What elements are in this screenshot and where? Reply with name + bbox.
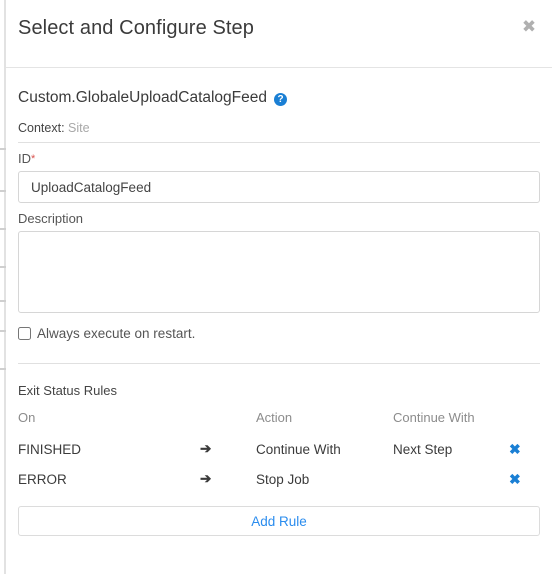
step-name-row: Custom.GlobaleUploadCatalogFeed ? [18, 68, 540, 110]
description-textarea[interactable] [18, 231, 540, 313]
table-row: ERROR ➔ Stop Job ✖ [18, 464, 540, 494]
always-execute-checkbox[interactable] [18, 327, 31, 340]
context-label: Context: [18, 121, 65, 135]
description-label: Description [18, 211, 84, 226]
help-icon[interactable]: ? [274, 92, 288, 106]
table-row: FINISHED ➔ Continue With Next Step ✖ [18, 434, 540, 464]
exit-status-rules-title: Exit Status Rules [18, 383, 117, 398]
column-header-on: On [18, 410, 36, 425]
select-configure-step-dialog: Select and Configure Step ✖ Custom.Globa… [6, 0, 552, 574]
dialog-body: Custom.GlobaleUploadCatalogFeed ? Contex… [6, 68, 552, 536]
column-header-action: Action [256, 410, 293, 425]
context-value: Site [68, 121, 90, 135]
id-label-text: ID [18, 151, 31, 166]
arrow-right-icon: ➔ [200, 471, 212, 486]
always-execute-row: Always execute on restart. [18, 326, 540, 364]
column-header-continue-with: Continue With [393, 410, 475, 425]
always-execute-label[interactable]: Always execute on restart. [37, 326, 195, 341]
exit-status-rules-table: On Action Continue With FINISHED ➔ Conti… [18, 410, 540, 494]
page-title: Select and Configure Step [18, 17, 254, 39]
rule-continue-with-value [393, 464, 509, 494]
rule-action-value: Stop Job [256, 471, 310, 487]
exit-status-rules-section: Exit Status Rules On Action Continue Wit… [18, 383, 540, 536]
table-header-row: On Action Continue With [18, 410, 540, 434]
dialog-header: Select and Configure Step ✖ [6, 0, 552, 68]
delete-rule-icon[interactable]: ✖ [509, 442, 521, 456]
rule-on-value: ERROR [18, 471, 67, 487]
id-label: ID* [18, 151, 540, 166]
column-header-spacer [200, 410, 256, 434]
context-row: Context: Site [18, 121, 540, 143]
close-icon[interactable]: ✖ [518, 16, 540, 38]
id-input[interactable] [18, 171, 540, 203]
delete-rule-icon[interactable]: ✖ [509, 472, 521, 486]
required-marker: * [31, 153, 36, 165]
rule-continue-with-value: Next Step [393, 441, 453, 457]
rule-on-value: FINISHED [18, 441, 82, 457]
step-name: Custom.GlobaleUploadCatalogFeed [18, 89, 268, 106]
arrow-right-icon: ➔ [200, 441, 212, 456]
add-rule-button[interactable]: Add Rule [18, 506, 540, 536]
rule-action-value: Continue With [256, 441, 341, 457]
